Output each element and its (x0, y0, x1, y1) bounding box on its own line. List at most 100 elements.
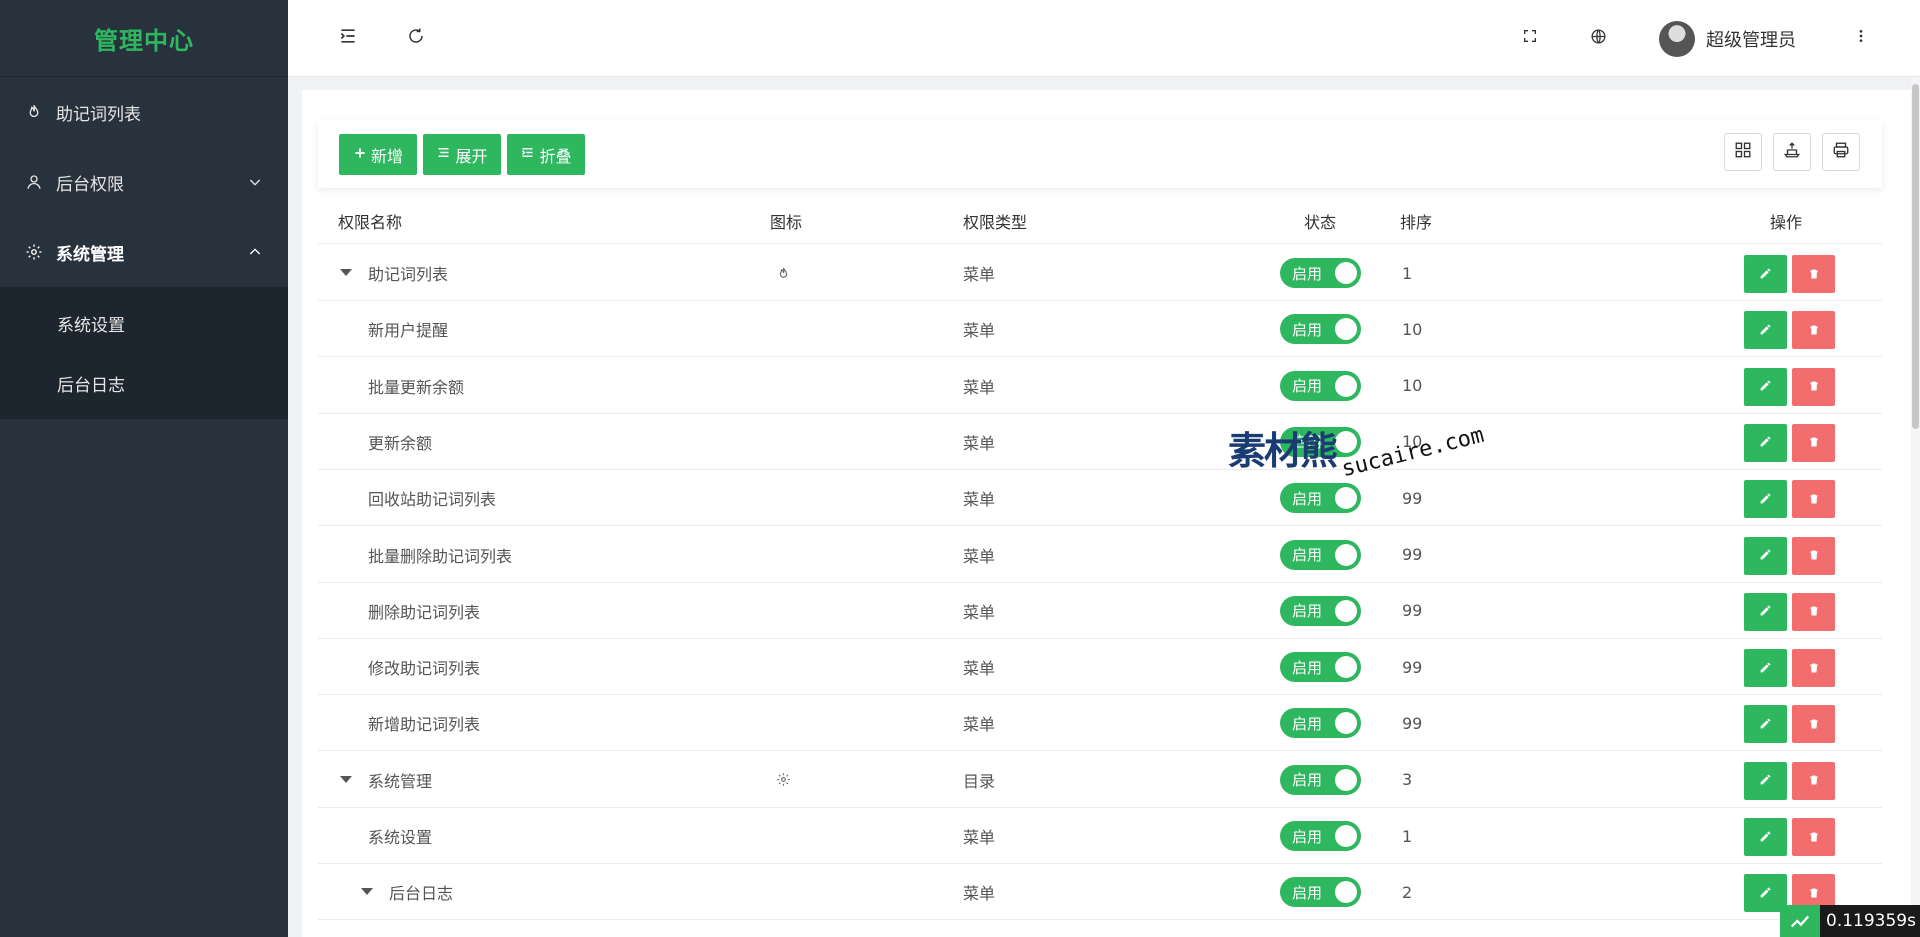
delete-button[interactable] (1792, 592, 1835, 631)
table-row: 后台日志 菜单 启用 2 (318, 864, 1882, 921)
expand-button[interactable]: 展开 (423, 134, 501, 175)
scrollbar-thumb[interactable] (1912, 84, 1919, 429)
menu-toggle-button[interactable] (334, 24, 362, 52)
fire-icon (24, 102, 44, 122)
sidebar-item-system-settings[interactable]: 系统设置 (0, 293, 288, 353)
status-toggle-label: 启用 (1292, 602, 1323, 621)
cell-type: 菜单 (963, 659, 996, 679)
edit-button[interactable] (1744, 705, 1787, 744)
trash-icon (1808, 715, 1820, 734)
delete-button[interactable] (1792, 367, 1835, 406)
status-toggle-label: 启用 (1292, 489, 1323, 508)
status-toggle[interactable]: 启用 (1280, 708, 1361, 739)
trash-icon (1808, 490, 1820, 509)
edit-button[interactable] (1744, 818, 1787, 856)
column-header-actions[interactable]: 操作 (1770, 198, 1802, 244)
export-button[interactable] (1773, 133, 1811, 171)
status-toggle[interactable]: 启用 (1280, 652, 1361, 683)
status-toggle-label: 启用 (1292, 546, 1323, 564)
edit-button[interactable] (1744, 311, 1787, 350)
add-button[interactable]: 新增 (339, 134, 417, 175)
delete-button[interactable] (1792, 255, 1835, 293)
cell-name: 删除助记词列表 (368, 602, 481, 622)
pencil-icon (1759, 321, 1772, 340)
column-header-type[interactable]: 权限类型 (963, 198, 1027, 244)
expand-caret-icon[interactable] (340, 775, 352, 783)
sidebar-item-label: 后台权限 (56, 174, 124, 195)
pencil-icon (1759, 771, 1772, 790)
delete-button[interactable] (1792, 311, 1835, 350)
column-header-name[interactable]: 权限名称 (338, 198, 402, 244)
table-row: 删除助记词列表 菜单 启用 99 (318, 583, 1882, 639)
sidebar-item-system-management[interactable]: 系统管理 (0, 217, 288, 287)
edit-button[interactable] (1744, 367, 1787, 406)
gear-icon (24, 242, 44, 262)
pencil-icon (1759, 659, 1772, 678)
column-header-icon[interactable]: 图标 (770, 198, 802, 244)
status-toggle[interactable]: 启用 (1280, 314, 1361, 345)
edit-button[interactable] (1744, 592, 1787, 631)
export-icon (1783, 141, 1801, 163)
edit-button[interactable] (1744, 423, 1787, 462)
edit-button[interactable] (1744, 255, 1787, 293)
pencil-icon (1759, 377, 1772, 396)
status-toggle[interactable]: 启用 (1280, 539, 1361, 570)
print-button[interactable] (1822, 133, 1860, 171)
trash-icon (1808, 884, 1820, 903)
edit-button[interactable] (1744, 480, 1787, 519)
cell-name: 回收站助记词列表 (368, 490, 497, 510)
table-row: 新增助记词列表 菜单 启用 99 (318, 695, 1882, 752)
edit-button[interactable] (1744, 649, 1787, 688)
columns-button[interactable] (1724, 133, 1762, 171)
toggle-knob (1335, 712, 1357, 735)
cell-order: 3 (1402, 770, 1413, 790)
watermark: 素材熊 sucaire.com (1228, 420, 1487, 483)
column-header-order[interactable]: 排序 (1400, 198, 1432, 244)
expand-caret-icon[interactable] (361, 888, 373, 896)
toggle-knob (1335, 262, 1357, 284)
top-header: 超级管理员 (288, 0, 1920, 77)
delete-button[interactable] (1792, 705, 1835, 744)
edit-button[interactable] (1744, 536, 1787, 575)
status-toggle[interactable]: 启用 (1280, 258, 1361, 288)
user-menu[interactable]: 超级管理员 (1659, 20, 1796, 58)
trash-icon (1808, 546, 1820, 565)
cell-type: 目录 (963, 771, 996, 791)
delete-button[interactable] (1792, 423, 1835, 462)
delete-button[interactable] (1792, 536, 1835, 575)
status-toggle[interactable]: 启用 (1280, 483, 1361, 514)
more-menu-button[interactable] (1847, 24, 1875, 52)
sidebar-item-label: 助记词列表 (56, 104, 141, 125)
cell-order: 10 (1402, 319, 1423, 339)
delete-button[interactable] (1792, 480, 1835, 519)
table-row: 更新余额 菜单 启用 10 (318, 414, 1882, 470)
delete-button[interactable] (1792, 649, 1835, 688)
status-toggle[interactable]: 启用 (1280, 595, 1361, 626)
edit-button[interactable] (1744, 761, 1787, 800)
table-row: 回收站助记词列表 菜单 启用 99 (318, 470, 1882, 527)
cell-name: 系统管理 (368, 771, 433, 791)
cell-type: 菜单 (963, 546, 996, 566)
language-button[interactable] (1584, 24, 1612, 52)
avatar (1659, 21, 1695, 57)
status-toggle[interactable]: 启用 (1280, 764, 1361, 795)
sidebar-item-admin-permissions[interactable]: 后台权限 (0, 147, 288, 217)
cell-name: 助记词列表 (368, 265, 449, 284)
column-header-status[interactable]: 状态 (1304, 198, 1336, 244)
collapse-button[interactable]: 折叠 (507, 134, 585, 175)
sidebar-item-admin-logs[interactable]: 后台日志 (0, 353, 288, 413)
trash-icon (1808, 828, 1820, 847)
refresh-button[interactable] (402, 24, 430, 52)
delete-button[interactable] (1792, 761, 1835, 800)
fullscreen-button[interactable] (1516, 24, 1544, 52)
cell-type: 菜单 (963, 828, 996, 847)
sidebar-item-mnemonic-list[interactable]: 助记词列表 (0, 77, 288, 147)
pencil-icon (1759, 433, 1772, 452)
status-toggle[interactable]: 启用 (1280, 877, 1361, 908)
trash-icon (1808, 377, 1820, 396)
cell-type: 菜单 (963, 377, 996, 397)
status-toggle[interactable]: 启用 (1280, 370, 1361, 401)
status-toggle[interactable]: 启用 (1280, 821, 1361, 851)
delete-button[interactable] (1792, 818, 1835, 856)
expand-caret-icon[interactable] (340, 269, 352, 276)
